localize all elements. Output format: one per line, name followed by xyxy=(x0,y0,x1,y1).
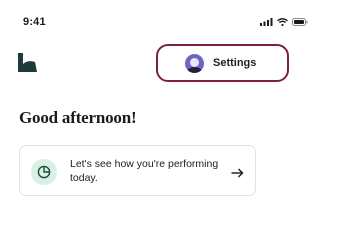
status-bar: 9:41 xyxy=(0,0,342,30)
settings-button[interactable]: Settings xyxy=(156,44,289,82)
avatar xyxy=(185,53,204,73)
home-screen: 9:41 Settings Good afternoon! Let's see … xyxy=(0,0,342,221)
pie-chart-icon xyxy=(31,159,57,185)
arrow-right-icon xyxy=(231,165,244,183)
brand-logo-icon[interactable] xyxy=(18,53,38,78)
performance-card[interactable]: Let's see how you're performing today. xyxy=(19,145,256,196)
battery-icon xyxy=(292,18,308,26)
greeting-title: Good afternoon! xyxy=(19,108,137,127)
signal-icon xyxy=(260,18,273,26)
status-time: 9:41 xyxy=(23,16,46,28)
wifi-icon xyxy=(277,18,288,26)
status-icons xyxy=(260,18,308,26)
settings-label: Settings xyxy=(213,57,257,69)
performance-card-text: Let's see how you're performing today. xyxy=(70,158,219,184)
